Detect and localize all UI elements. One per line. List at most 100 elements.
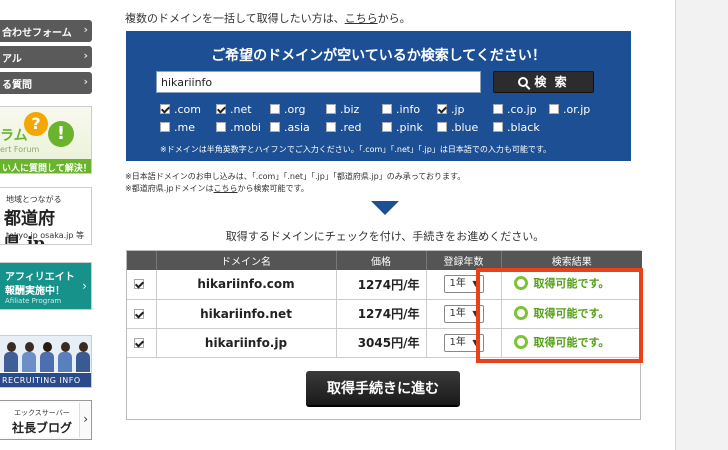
sidebar-link-label: アル: [2, 54, 22, 65]
tld-label: .asia: [284, 121, 310, 134]
prefecture-search-link[interactable]: こちら: [214, 184, 238, 193]
sidebar: 合わせフォーム › アル › る質問 › ラム ? ! ert Forum い人…: [0, 0, 92, 450]
domain-search-panel: ご希望のドメインが空いているか検索してください！ 検 索 .com .net .…: [126, 31, 631, 161]
tld-checkbox-co-jp[interactable]: .co.jp: [493, 104, 537, 116]
domain-name: hikariinfo.net: [156, 299, 337, 329]
tld-label: .or.jp: [563, 103, 591, 116]
tld-checkbox-black[interactable]: .black: [493, 122, 540, 134]
arrow-down-icon: [371, 201, 399, 215]
checkbox[interactable]: [326, 122, 336, 132]
domain-name: hikariinfo.jp: [156, 328, 337, 358]
forum-title: ラム: [0, 128, 28, 144]
search-title: ご希望のドメインが空いているか検索してください！: [211, 48, 546, 64]
tld-label: .black: [507, 121, 540, 134]
tld-checkbox-org[interactable]: .org: [270, 104, 306, 116]
tld-label: .com: [174, 103, 201, 116]
tld-checkbox-red[interactable]: .red: [326, 122, 362, 134]
tld-checkbox-mobi[interactable]: .mobi: [216, 122, 261, 134]
tld-label: .jp: [451, 103, 465, 116]
header-domain: ドメイン名: [156, 251, 337, 270]
domain-name: hikariinfo.com: [156, 270, 337, 300]
blog-line1: エックスサーバー: [14, 409, 70, 417]
checkbox[interactable]: [270, 104, 280, 114]
affiliate-line3: Afiliate Program: [5, 297, 62, 305]
blog-line2: 社長ブログ: [12, 421, 73, 435]
tld-label: .info: [396, 103, 421, 116]
todofuken-sub: tokyo.jp osaka.jp 等: [6, 231, 84, 240]
note-line1: ※日本語ドメインのお申し込みは、「.com」「.net」「.jp」「都道府県.j…: [125, 172, 466, 181]
checkbox[interactable]: [493, 104, 503, 114]
tld-checkbox-or-jp[interactable]: .or.jp: [549, 104, 590, 116]
search-input-note: ※ドメインは半角英数字とハイフンでご入力ください。「.com」「.net」「.j…: [160, 145, 552, 154]
forum-bar-text: い人に質問して解決！: [0, 159, 91, 173]
recruit-label: RECRUITING INFO: [0, 373, 91, 387]
domain-notes: ※日本語ドメインのお申し込みは、「.com」「.net」「.jp」「都道府県.j…: [125, 171, 465, 195]
affiliate-line1: アフィリエイト: [5, 272, 75, 283]
question-bubble-icon: ?: [24, 112, 48, 136]
chevron-right-icon: ›: [83, 412, 88, 426]
row-checkbox[interactable]: [134, 337, 145, 348]
bulk-register-link[interactable]: こちら: [345, 12, 378, 25]
note-line2: ※都道府県.jpドメインはこちらから検索可能です。: [125, 184, 309, 193]
tld-label: .mobi: [230, 121, 261, 134]
domain-search-input[interactable]: [156, 71, 481, 93]
price: 3045円/年: [336, 328, 427, 358]
exclamation-bubble-icon: !: [48, 121, 74, 147]
checkbox[interactable]: [493, 122, 503, 132]
checkbox[interactable]: [160, 104, 170, 114]
forum-subtitle: ert Forum: [0, 145, 40, 154]
tld-checkbox-me[interactable]: .me: [160, 122, 195, 134]
intro-before: 複数のドメインを一括して取得したい方は、: [125, 12, 345, 25]
tld-checkbox-jp[interactable]: .jp: [437, 104, 465, 116]
tld-checkbox-info[interactable]: .info: [382, 104, 420, 116]
tld-checkbox-com[interactable]: .com: [160, 104, 201, 116]
chevron-right-icon: ›: [83, 49, 88, 62]
sidebar-link-faq[interactable]: る質問 ›: [0, 72, 92, 94]
todofuken-banner[interactable]: 地域とつながる 都道府県.jp tokyo.jp osaka.jp 等: [0, 187, 92, 245]
sidebar-link-label: 合わせフォーム: [2, 28, 72, 39]
checkbox[interactable]: [437, 104, 447, 114]
price: 1274円/年: [336, 299, 427, 329]
search-icon: [518, 77, 529, 87]
affiliate-line2: 報酬実施中！: [5, 286, 65, 297]
checkbox[interactable]: [437, 122, 447, 132]
sidebar-link-label: る質問: [2, 80, 32, 91]
tld-label: .net: [230, 103, 252, 116]
checkbox[interactable]: [382, 104, 392, 114]
checkbox[interactable]: [270, 122, 280, 132]
sidebar-link-manual[interactable]: アル ›: [0, 46, 92, 68]
tld-label: .org: [284, 103, 306, 116]
forum-banner[interactable]: ラム ? ! ert Forum い人に質問して解決！: [0, 106, 92, 174]
tld-label: .me: [174, 121, 195, 134]
tld-checkbox-blue[interactable]: .blue: [437, 122, 478, 134]
tld-checkbox-pink[interactable]: .pink: [382, 122, 423, 134]
staff-photo: [0, 336, 91, 372]
checkbox[interactable]: [382, 122, 392, 132]
recruit-banner[interactable]: RECRUITING INFO: [0, 335, 92, 388]
search-button-label: 検 索: [534, 75, 569, 89]
result-highlight-box: [476, 268, 643, 363]
tld-label: .red: [340, 121, 362, 134]
checkbox[interactable]: [326, 104, 336, 114]
tld-label: .blue: [451, 121, 479, 134]
checkbox[interactable]: [549, 104, 559, 114]
blog-banner[interactable]: エックスサーバー 社長ブログ ›: [0, 400, 92, 440]
chevron-right-icon: ›: [83, 23, 88, 36]
sidebar-link-contact-form[interactable]: 合わせフォーム ›: [0, 20, 92, 42]
instruction-text: 取得するドメインにチェックを付け、手続きをお進めください。: [225, 230, 545, 243]
tld-label: .pink: [396, 121, 423, 134]
row-checkbox[interactable]: [134, 279, 145, 290]
checkbox[interactable]: [216, 122, 226, 132]
tld-label: .co.jp: [507, 103, 537, 116]
affiliate-banner[interactable]: アフィリエイト 報酬実施中！ Afiliate Program ›: [0, 262, 92, 310]
checkbox[interactable]: [160, 122, 170, 132]
tld-checkbox-biz[interactable]: .biz: [326, 104, 359, 116]
tld-checkbox-asia[interactable]: .asia: [270, 122, 310, 134]
proceed-button[interactable]: 取得手続きに進む: [306, 371, 460, 407]
row-checkbox[interactable]: [134, 308, 145, 319]
tld-checkbox-net[interactable]: .net: [216, 104, 252, 116]
chevron-right-icon: ›: [82, 279, 87, 293]
checkbox[interactable]: [216, 104, 226, 114]
search-button[interactable]: 検 索: [493, 71, 594, 93]
price: 1274円/年: [336, 270, 427, 300]
